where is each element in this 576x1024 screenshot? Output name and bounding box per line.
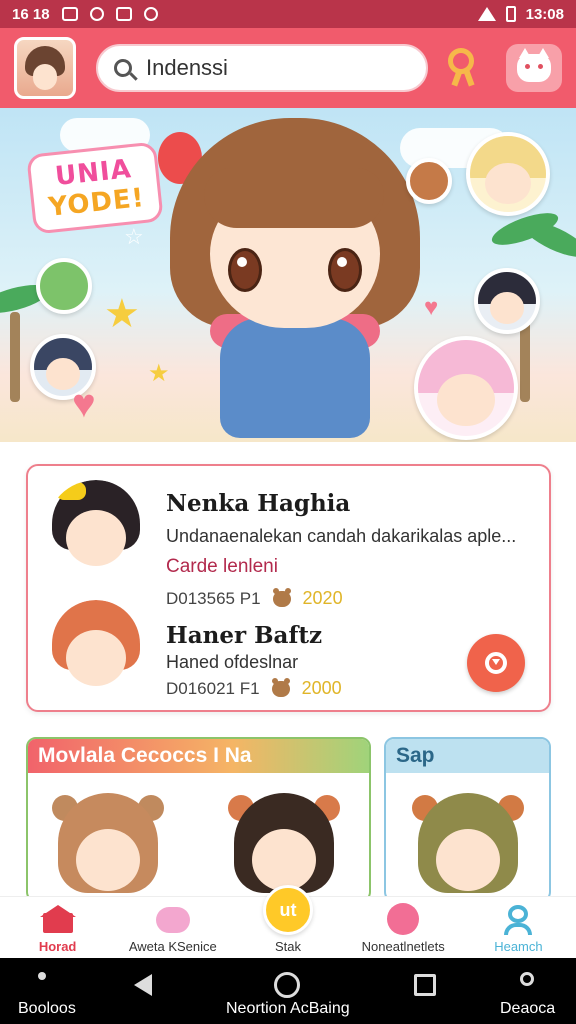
center-button-text: ut <box>279 899 297 920</box>
nav-label-center: Neortion AcBaing <box>226 1000 350 1017</box>
cat-sticker <box>406 158 452 204</box>
pink-face-icon <box>387 903 420 935</box>
tab-label: Heamch <box>494 939 543 954</box>
search-bar[interactable] <box>96 44 428 92</box>
status-time-left: 16 18 <box>12 5 50 23</box>
star-icon: ★ <box>104 292 140 336</box>
item-year: 2000 <box>301 678 342 698</box>
character-sticker <box>466 132 550 216</box>
nav-label-left: Booloos <box>18 1000 76 1017</box>
palm-tree <box>10 312 20 402</box>
featured-meta-row: D013565 P1 2020 <box>42 476 542 608</box>
card-title: Movlala Cecoccs I Na <box>28 739 369 773</box>
nav-label-right: Deaoca <box>500 1000 556 1017</box>
tab-home[interactable]: Horad <box>0 897 115 958</box>
home-icon <box>39 905 76 933</box>
character-thumbnail <box>408 793 528 900</box>
tab-search[interactable]: Heamch <box>461 897 576 958</box>
bear-icon <box>271 677 290 697</box>
app-header <box>0 28 576 108</box>
tab-label: Horad <box>38 939 77 954</box>
user-icon <box>502 905 534 935</box>
image-icon <box>115 7 132 21</box>
hero-banner[interactable]: UNIA YODE! ★ ★ ☆ ♥ ♥ <box>0 108 576 442</box>
search-input[interactable] <box>146 55 386 81</box>
star-icon: ★ <box>148 360 170 387</box>
item-description: Haned ofdeslnar <box>166 652 299 672</box>
status-bar: 16 18 13:08 <box>0 0 576 28</box>
category-card[interactable]: Sap <box>384 737 551 902</box>
download-button[interactable] <box>467 634 525 692</box>
character-thumbnail <box>46 600 146 700</box>
heart-icon: ♥ <box>72 382 96 426</box>
message-icon <box>61 7 78 21</box>
download-icon <box>485 652 507 674</box>
character-thumbnail <box>48 793 168 900</box>
camera-icon <box>143 7 158 21</box>
award-ribbon-icon[interactable] <box>448 48 476 88</box>
recents-icon[interactable] <box>414 974 436 996</box>
tab-service[interactable]: Aweta KSenice <box>115 897 230 958</box>
cat-face-icon <box>517 48 551 82</box>
cat-profile-button[interactable] <box>506 44 562 92</box>
star-icon: ☆ <box>124 224 144 249</box>
wifi-icon <box>477 7 496 21</box>
item-code: D016021 F1 <box>166 678 260 698</box>
home-circle-icon[interactable] <box>274 972 300 998</box>
banner-logo: UNIA YODE! <box>26 141 164 235</box>
battery-icon <box>505 6 516 22</box>
category-card[interactable]: Movlala Cecoccs I Na <box>26 737 371 902</box>
featured-item[interactable]: Haner Baftz Haned ofdeslnar D016021 F1 2… <box>42 596 542 706</box>
blob-character-icon <box>155 905 190 933</box>
back-icon[interactable] <box>134 974 152 996</box>
dot-icon <box>38 972 46 980</box>
search-icon <box>114 59 132 77</box>
tab-center[interactable]: ut Stak <box>230 885 345 958</box>
tab-label: Noneatlnetlets <box>361 939 445 954</box>
avatar[interactable] <box>14 37 76 99</box>
tab-label: Stak <box>275 939 302 954</box>
tab-notifications[interactable]: Noneatlnetlets <box>346 897 461 958</box>
character-sticker <box>474 268 540 334</box>
plant-sticker <box>36 258 92 314</box>
tab-label: Aweta KSenice <box>128 939 217 954</box>
card-title: Sap <box>386 739 549 773</box>
item-meta: D016021 F1 2000 <box>166 677 342 699</box>
system-nav-bar: Booloos Neortion AcBaing Deaoca <box>0 958 576 1024</box>
main-character-illustration <box>170 118 420 438</box>
center-action-button[interactable]: ut <box>263 885 313 935</box>
status-time-right: 13:08 <box>525 5 564 23</box>
character-sticker <box>414 336 518 440</box>
circle-icon <box>89 7 104 21</box>
circle-icon <box>520 972 534 986</box>
featured-card: Nenka Haghia Undanaenalekan candah dakar… <box>26 464 551 712</box>
heart-icon: ♥ <box>424 294 439 321</box>
bottom-tab-bar: Horad Aweta KSenice ut Stak Noneatlnetle… <box>0 885 576 958</box>
item-title: Haner Baftz <box>166 622 323 649</box>
